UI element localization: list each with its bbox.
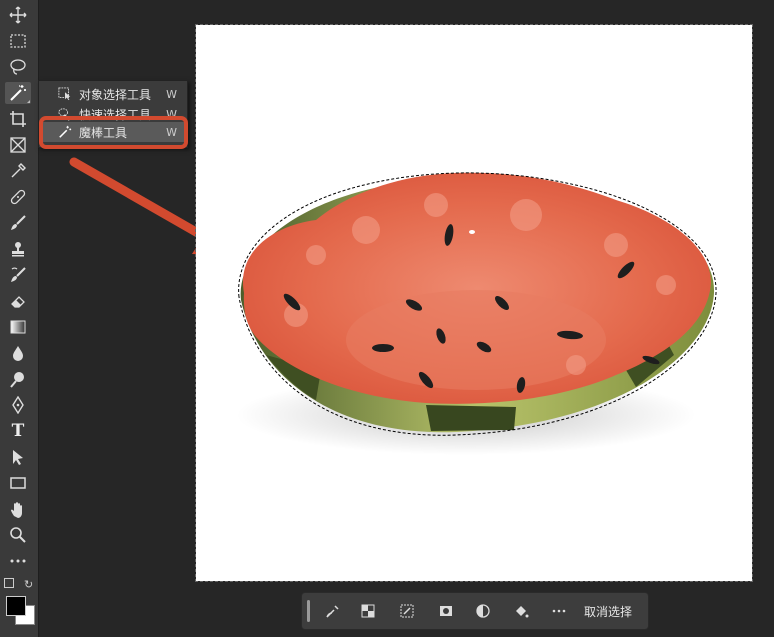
annotation-highlight-box (39, 116, 188, 149)
adjustment-icon[interactable] (470, 599, 496, 623)
mask-icon[interactable] (433, 599, 459, 623)
eyedropper-icon[interactable] (5, 160, 31, 182)
tools-panel: T ↻ (0, 0, 39, 637)
clone-stamp-icon[interactable] (5, 238, 31, 260)
path-selection-icon[interactable] (5, 446, 31, 468)
crop-icon[interactable] (5, 108, 31, 130)
gradient-icon[interactable] (5, 316, 31, 338)
transform-selection-icon[interactable] (394, 599, 420, 623)
flyout-item-label: 对象选择工具 (79, 87, 152, 102)
eraser-icon[interactable] (5, 290, 31, 312)
more-options-icon[interactable] (546, 599, 572, 623)
hand-icon[interactable] (5, 498, 31, 520)
object-selection-icon (57, 86, 73, 102)
rectangle-icon[interactable] (5, 472, 31, 494)
invert-selection-icon[interactable] (355, 599, 381, 623)
history-brush-icon[interactable] (5, 264, 31, 286)
blur-icon[interactable] (5, 342, 31, 364)
more-icon[interactable] (5, 550, 31, 572)
brush-icon[interactable] (5, 212, 31, 234)
deselect-button[interactable]: 取消选择 (584, 603, 632, 620)
foreground-color-swatch[interactable] (6, 596, 26, 616)
zoom-icon[interactable] (5, 524, 31, 546)
contextual-task-bar: 取消选择 (301, 592, 649, 630)
flyout-item-shortcut: W (166, 87, 177, 101)
watermelon-bowl-image (236, 172, 717, 455)
refine-brush-icon[interactable] (320, 599, 346, 623)
task-bar-grip[interactable] (307, 600, 310, 622)
dodge-icon[interactable] (5, 368, 31, 390)
default-colors-icon[interactable] (4, 578, 14, 588)
flyout-item-object-selection[interactable]: 对象选择工具 W (39, 84, 187, 104)
frame-icon[interactable] (5, 134, 31, 156)
fill-icon[interactable] (508, 599, 534, 623)
magic-wand-icon[interactable] (5, 82, 31, 104)
rectangular-marquee-icon[interactable] (5, 30, 31, 52)
move-icon[interactable] (5, 4, 31, 26)
color-swatches[interactable]: ↻ (4, 576, 36, 630)
healing-brush-icon[interactable] (5, 186, 31, 208)
document-canvas[interactable] (195, 24, 753, 582)
type-icon[interactable]: T (5, 420, 31, 442)
lasso-icon[interactable] (5, 56, 31, 78)
swap-colors-icon[interactable]: ↻ (24, 578, 33, 591)
pen-icon[interactable] (5, 394, 31, 416)
